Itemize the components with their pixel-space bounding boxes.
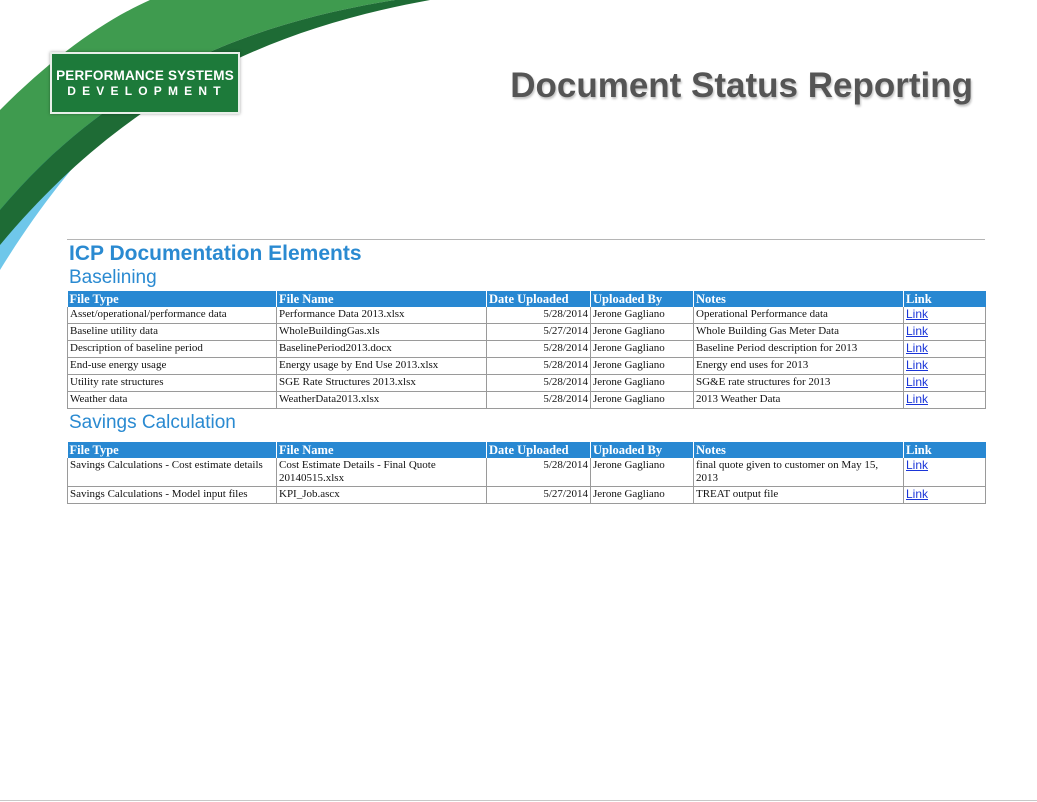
column-header-notes[interactable]: Notes bbox=[693, 442, 904, 458]
documentation-content: ICP Documentation Elements Baselining Fi… bbox=[67, 239, 986, 504]
page-title: Document Status Reporting bbox=[510, 66, 973, 105]
table-row: End-use energy usage Energy usage by End… bbox=[67, 357, 986, 375]
cell-notes: final quote given to customer on May 15,… bbox=[693, 458, 904, 487]
cell-notes: SG&E rate structures for 2013 bbox=[693, 374, 904, 392]
table-row: Description of baseline period BaselineP… bbox=[67, 340, 986, 358]
logo-line-1: PERFORMANCE SYSTEMS bbox=[56, 68, 234, 83]
file-link[interactable]: Link bbox=[906, 375, 928, 389]
performance-systems-logo: PERFORMANCE SYSTEMS DEVELOPMENT bbox=[50, 52, 240, 114]
cell-file-name: KPI_Job.ascx bbox=[276, 486, 487, 504]
cell-date-uploaded: 5/27/2014 bbox=[486, 323, 591, 341]
cell-notes: 2013 Weather Data bbox=[693, 391, 904, 409]
cell-file-name: Energy usage by End Use 2013.xlsx bbox=[276, 357, 487, 375]
cell-date-uploaded: 5/28/2014 bbox=[486, 307, 591, 324]
cell-notes: Baseline Period description for 2013 bbox=[693, 340, 904, 358]
cell-file-name: Cost Estimate Details - Final Quote 2014… bbox=[276, 458, 487, 487]
column-header-link[interactable]: Link bbox=[903, 442, 986, 458]
cell-notes: Energy end uses for 2013 bbox=[693, 357, 904, 375]
cell-link: Link bbox=[903, 458, 986, 487]
cell-notes: TREAT output file bbox=[693, 486, 904, 504]
section-title-savings-calculation: Savings Calculation bbox=[69, 412, 236, 433]
cell-file-type: Savings Calculations - Model input files bbox=[67, 486, 277, 504]
cell-link: Link bbox=[903, 391, 986, 409]
column-header-link[interactable]: Link bbox=[903, 291, 986, 307]
table-row: Weather data WeatherData2013.xlsx 5/28/2… bbox=[67, 391, 986, 409]
section-title-baselining: Baselining bbox=[69, 267, 157, 288]
file-link[interactable]: Link bbox=[906, 341, 928, 355]
file-link[interactable]: Link bbox=[906, 487, 928, 501]
table-header-row: File Type File Name Date Uploaded Upload… bbox=[67, 442, 986, 458]
cell-date-uploaded: 5/28/2014 bbox=[486, 391, 591, 409]
cell-date-uploaded: 5/28/2014 bbox=[486, 357, 591, 375]
cell-uploaded-by: Jerone Gagliano bbox=[590, 458, 694, 487]
cell-file-type: Utility rate structures bbox=[67, 374, 277, 392]
cell-notes: Whole Building Gas Meter Data bbox=[693, 323, 904, 341]
cell-date-uploaded: 5/28/2014 bbox=[486, 374, 591, 392]
cell-file-name: WholeBuildingGas.xls bbox=[276, 323, 487, 341]
cell-link: Link bbox=[903, 374, 986, 392]
column-header-date-uploaded[interactable]: Date Uploaded bbox=[486, 442, 591, 458]
cell-date-uploaded: 5/28/2014 bbox=[486, 458, 591, 487]
section-divider bbox=[67, 239, 985, 240]
cell-uploaded-by: Jerone Gagliano bbox=[590, 323, 694, 341]
cell-file-type: Baseline utility data bbox=[67, 323, 277, 341]
column-header-file-type[interactable]: File Type bbox=[67, 291, 277, 307]
cell-file-name: WeatherData2013.xlsx bbox=[276, 391, 487, 409]
cell-link: Link bbox=[903, 357, 986, 375]
cell-link: Link bbox=[903, 307, 986, 324]
cell-date-uploaded: 5/27/2014 bbox=[486, 486, 591, 504]
table-header-row: File Type File Name Date Uploaded Upload… bbox=[67, 291, 986, 307]
column-header-file-name[interactable]: File Name bbox=[276, 442, 487, 458]
table-row: Savings Calculations - Model input files… bbox=[67, 486, 986, 504]
cell-link: Link bbox=[903, 323, 986, 341]
table-row: Savings Calculations - Cost estimate det… bbox=[67, 458, 986, 487]
cell-file-type: Savings Calculations - Cost estimate det… bbox=[67, 458, 277, 487]
cell-uploaded-by: Jerone Gagliano bbox=[590, 374, 694, 392]
column-header-notes[interactable]: Notes bbox=[693, 291, 904, 307]
baselining-table: File Type File Name Date Uploaded Upload… bbox=[67, 291, 986, 409]
cell-file-type: Description of baseline period bbox=[67, 340, 277, 358]
footer-divider bbox=[0, 800, 1037, 801]
file-link[interactable]: Link bbox=[906, 392, 928, 406]
cell-uploaded-by: Jerone Gagliano bbox=[590, 486, 694, 504]
cell-file-type: Asset/operational/performance data bbox=[67, 307, 277, 324]
cell-uploaded-by: Jerone Gagliano bbox=[590, 340, 694, 358]
cell-uploaded-by: Jerone Gagliano bbox=[590, 391, 694, 409]
cell-link: Link bbox=[903, 340, 986, 358]
column-header-uploaded-by[interactable]: Uploaded By bbox=[590, 291, 694, 307]
column-header-uploaded-by[interactable]: Uploaded By bbox=[590, 442, 694, 458]
cell-uploaded-by: Jerone Gagliano bbox=[590, 357, 694, 375]
logo-line-2: DEVELOPMENT bbox=[67, 84, 227, 98]
column-header-date-uploaded[interactable]: Date Uploaded bbox=[486, 291, 591, 307]
file-link[interactable]: Link bbox=[906, 458, 928, 472]
cell-notes: Operational Performance data bbox=[693, 307, 904, 324]
cell-file-name: Performance Data 2013.xlsx bbox=[276, 307, 487, 324]
cell-file-type: End-use energy usage bbox=[67, 357, 277, 375]
column-header-file-name[interactable]: File Name bbox=[276, 291, 487, 307]
table-row: Baseline utility data WholeBuildingGas.x… bbox=[67, 323, 986, 341]
column-header-file-type[interactable]: File Type bbox=[67, 442, 277, 458]
cell-date-uploaded: 5/28/2014 bbox=[486, 340, 591, 358]
table-row: Asset/operational/performance data Perfo… bbox=[67, 307, 986, 324]
cell-file-name: SGE Rate Structures 2013.xlsx bbox=[276, 374, 487, 392]
cell-file-name: BaselinePeriod2013.docx bbox=[276, 340, 487, 358]
cell-file-type: Weather data bbox=[67, 391, 277, 409]
savings-calculation-table: File Type File Name Date Uploaded Upload… bbox=[67, 442, 986, 504]
file-link[interactable]: Link bbox=[906, 307, 928, 321]
cell-link: Link bbox=[903, 486, 986, 504]
documentation-heading: ICP Documentation Elements bbox=[69, 242, 362, 265]
table-row: Utility rate structures SGE Rate Structu… bbox=[67, 374, 986, 392]
cell-uploaded-by: Jerone Gagliano bbox=[590, 307, 694, 324]
file-link[interactable]: Link bbox=[906, 324, 928, 338]
file-link[interactable]: Link bbox=[906, 358, 928, 372]
